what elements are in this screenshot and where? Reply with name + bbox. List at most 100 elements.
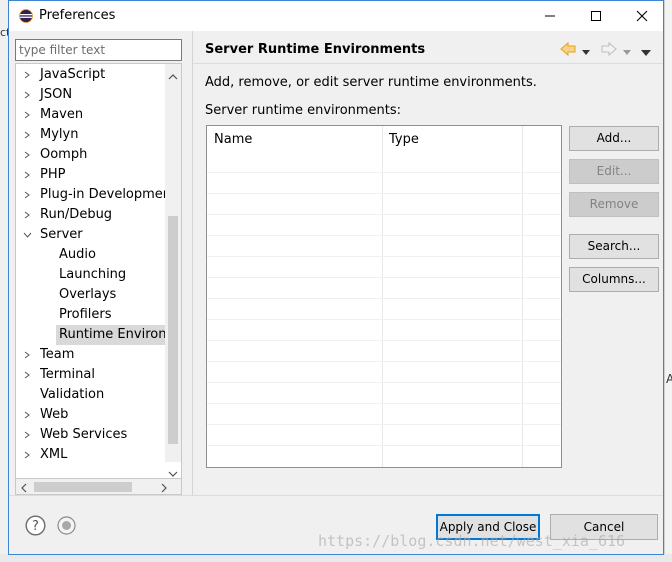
scroll-up-icon[interactable] bbox=[168, 69, 178, 84]
chevron-right-icon[interactable] bbox=[22, 185, 32, 205]
tree-item-label: Run/Debug bbox=[40, 207, 113, 222]
tree-item-label: Mylyn bbox=[40, 127, 79, 142]
search-button[interactable]: Search... bbox=[569, 234, 659, 259]
chevron-down-icon[interactable] bbox=[22, 225, 32, 245]
tree-vertical-scrollbar[interactable] bbox=[165, 64, 181, 477]
tree-horizontal-scrollbar[interactable] bbox=[15, 479, 182, 495]
tree-item-terminal[interactable]: Terminal bbox=[16, 365, 165, 385]
chevron-right-icon[interactable] bbox=[22, 165, 32, 185]
tree-item-plugin-development[interactable]: Plug-in Development bbox=[16, 185, 176, 205]
table-row bbox=[207, 403, 561, 404]
table-row bbox=[207, 340, 561, 341]
column-header-name[interactable]: Name bbox=[214, 132, 252, 147]
vertical-scroll-thumb[interactable] bbox=[168, 216, 178, 444]
tree-item-web-services[interactable]: Web Services bbox=[16, 425, 165, 445]
tree-item-label: Server bbox=[40, 227, 83, 242]
table-row bbox=[207, 172, 561, 173]
close-button[interactable] bbox=[619, 1, 665, 31]
tree-item-label: Validation bbox=[40, 387, 105, 402]
table-row bbox=[207, 319, 561, 320]
column-divider[interactable] bbox=[382, 126, 383, 467]
tree-item-label: Profilers bbox=[59, 307, 112, 322]
chevron-right-icon[interactable] bbox=[22, 65, 32, 85]
horizontal-scroll-thumb[interactable] bbox=[34, 482, 132, 492]
tree-item-label: Overlays bbox=[59, 287, 117, 302]
forward-menu-icon[interactable] bbox=[623, 45, 631, 60]
table-label: Server runtime environments: bbox=[205, 103, 402, 118]
chevron-right-icon[interactable] bbox=[22, 405, 32, 425]
edit-button[interactable]: Edit... bbox=[569, 159, 659, 184]
minimize-icon bbox=[545, 15, 555, 17]
tree-item-validation[interactable]: Validation bbox=[16, 385, 165, 405]
add-button[interactable]: Add... bbox=[569, 126, 659, 151]
view-menu-icon[interactable] bbox=[641, 45, 651, 60]
tree-item-json[interactable]: JSON bbox=[16, 85, 165, 105]
preference-tree[interactable]: JavaScript JSON Maven Mylyn Oomph PHP Pl… bbox=[15, 63, 182, 479]
tree-item-label: JSON bbox=[40, 87, 73, 102]
tree-item-label: Plug-in Development bbox=[40, 187, 177, 202]
tree-item-mylyn[interactable]: Mylyn bbox=[16, 125, 165, 145]
table-row bbox=[207, 424, 561, 425]
tree-item-label: JavaScript bbox=[40, 67, 106, 82]
back-arrow-icon[interactable] bbox=[559, 41, 577, 61]
chevron-right-icon[interactable] bbox=[22, 145, 32, 165]
tree-item-launching[interactable]: Launching bbox=[16, 265, 165, 285]
tree-item-label: Audio bbox=[59, 247, 96, 262]
tree-item-php[interactable]: PHP bbox=[16, 165, 165, 185]
chevron-right-icon[interactable] bbox=[22, 85, 32, 105]
import-export-icon[interactable] bbox=[57, 516, 76, 539]
tree-item-oomph[interactable]: Oomph bbox=[16, 145, 165, 165]
filter-input[interactable] bbox=[15, 39, 182, 61]
chevron-right-icon[interactable] bbox=[22, 445, 32, 465]
tree-item-maven[interactable]: Maven bbox=[16, 105, 165, 125]
chevron-right-icon[interactable] bbox=[22, 345, 32, 365]
chevron-right-icon[interactable] bbox=[22, 125, 32, 145]
footer-separator bbox=[9, 495, 663, 496]
tree-item-overlays[interactable]: Overlays bbox=[16, 285, 165, 305]
tree-item-team[interactable]: Team bbox=[16, 345, 165, 365]
pane-divider[interactable] bbox=[192, 31, 193, 495]
tree-item-runtime-environments[interactable]: Runtime Environments bbox=[56, 325, 165, 345]
tree-item-xml[interactable]: XML bbox=[16, 445, 165, 465]
background-right-letter: A bbox=[666, 372, 672, 386]
tree-item-profilers[interactable]: Profilers bbox=[16, 305, 165, 325]
table-header: Name Type bbox=[207, 126, 561, 154]
table-row bbox=[207, 193, 561, 194]
minimize-button[interactable] bbox=[527, 1, 573, 31]
maximize-icon bbox=[591, 11, 601, 21]
chevron-right-icon[interactable] bbox=[22, 365, 32, 385]
table-row bbox=[207, 361, 561, 362]
column-header-type[interactable]: Type bbox=[389, 132, 419, 147]
tree-item-label: Terminal bbox=[40, 367, 95, 382]
tree-item-label: Web Services bbox=[40, 427, 128, 442]
scroll-down-icon[interactable] bbox=[168, 467, 178, 478]
runtime-environments-table[interactable]: Name Type bbox=[206, 125, 562, 468]
tree-item-javascript[interactable]: JavaScript bbox=[16, 65, 165, 85]
chevron-right-icon[interactable] bbox=[22, 425, 32, 445]
watermark-text: https://blog.csdn.net/west_xia_616 bbox=[318, 532, 626, 550]
column-divider[interactable] bbox=[522, 126, 523, 467]
chevron-right-icon[interactable] bbox=[22, 205, 32, 225]
table-row bbox=[207, 298, 561, 299]
tree-item-audio[interactable]: Audio bbox=[16, 245, 165, 265]
tree-item-label: Web bbox=[40, 407, 69, 422]
help-icon[interactable]: ? bbox=[25, 515, 46, 540]
table-row bbox=[207, 214, 561, 215]
header-separator bbox=[193, 63, 663, 64]
chevron-right-icon[interactable] bbox=[22, 105, 32, 125]
eclipse-icon bbox=[19, 9, 33, 23]
back-menu-icon[interactable] bbox=[582, 45, 590, 60]
background-right-window bbox=[664, 0, 672, 562]
tree-item-server[interactable]: Server bbox=[16, 225, 165, 245]
title-bar[interactable]: Preferences bbox=[9, 1, 663, 31]
tree-item-label: Team bbox=[40, 347, 75, 362]
background-bottom-edge bbox=[0, 554, 672, 562]
remove-button[interactable]: Remove bbox=[569, 192, 659, 217]
columns-button[interactable]: Columns... bbox=[569, 267, 659, 292]
table-row bbox=[207, 277, 561, 278]
maximize-button[interactable] bbox=[573, 1, 619, 31]
tree-item-run-debug[interactable]: Run/Debug bbox=[16, 205, 165, 225]
forward-arrow-icon[interactable] bbox=[600, 41, 618, 61]
tree-item-label: Runtime Environments bbox=[59, 327, 165, 342]
tree-item-web[interactable]: Web bbox=[16, 405, 165, 425]
